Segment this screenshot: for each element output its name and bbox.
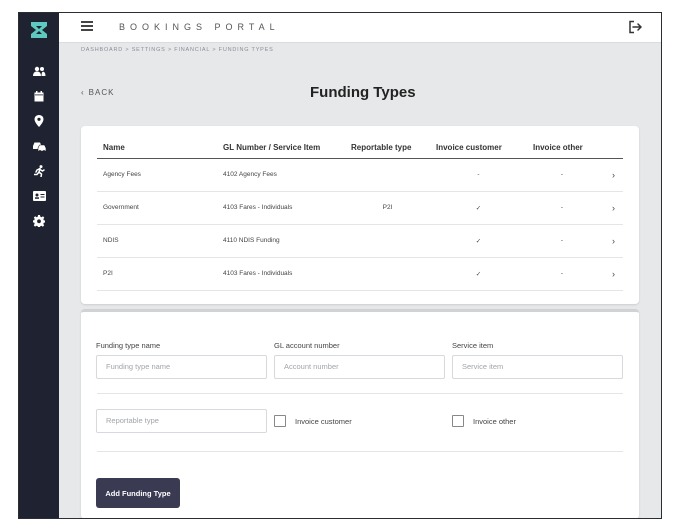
cell-gl: 4102 Agency Fees (217, 158, 345, 192)
top-bar: BOOKINGS PORTAL (59, 13, 661, 43)
cell-invoice-other: - (527, 191, 597, 225)
id-card-icon[interactable] (31, 188, 47, 204)
form-divider (97, 451, 623, 452)
gl-account-input[interactable]: Account number (274, 355, 445, 379)
service-item-input[interactable]: Service item (452, 355, 623, 379)
invoice-other-label: Invoice other (473, 417, 516, 426)
column-header-invoice-customer[interactable]: Invoice customer (430, 138, 527, 159)
form-divider (97, 393, 623, 394)
portal-title: BOOKINGS PORTAL (119, 22, 280, 32)
cell-reportable (345, 257, 430, 291)
hamburger-icon[interactable] (81, 21, 93, 31)
cell-reportable (345, 224, 430, 258)
logout-icon[interactable] (627, 19, 643, 35)
breadcrumb[interactable]: DASHBOARD > SETTINGS > FINANCIAL > FUNDI… (81, 47, 274, 53)
chevron-right-icon[interactable]: › (597, 224, 623, 258)
chevron-right-icon[interactable]: › (597, 191, 623, 225)
cell-gl: 4103 Fares - Individuals (217, 257, 345, 291)
calendar-icon[interactable] (31, 88, 47, 104)
funding-type-name-input[interactable]: Funding type name (96, 355, 267, 379)
cell-gl: 4110 NDIS Funding (217, 224, 345, 258)
cell-name: Government (97, 191, 217, 225)
funding-types-table-card: Name GL Number / Service Item Reportable… (81, 126, 639, 304)
column-header-name[interactable]: Name (97, 138, 217, 159)
column-header-actions (597, 138, 623, 159)
cell-invoice-customer: - (430, 158, 527, 192)
runner-icon[interactable] (31, 163, 47, 179)
users-icon[interactable] (31, 63, 47, 79)
gl-account-label: GL account number (274, 341, 340, 350)
chevron-left-icon: ‹ (81, 88, 85, 97)
cell-name: Agency Fees (97, 158, 217, 192)
column-header-gl[interactable]: GL Number / Service Item (217, 138, 345, 159)
gear-icon[interactable] (31, 213, 47, 229)
add-funding-type-button[interactable]: Add Funding Type (96, 478, 180, 508)
cell-invoice-customer: ✓ (430, 191, 527, 225)
reportable-type-input[interactable]: Reportable type (96, 409, 267, 433)
cell-name: NDIS (97, 224, 217, 258)
cell-invoice-other: - (527, 224, 597, 258)
invoice-other-checkbox[interactable] (452, 415, 464, 427)
cell-invoice-other: - (527, 257, 597, 291)
table-row[interactable]: NDIS 4110 NDIS Funding ✓ - › (97, 224, 623, 258)
vehicles-icon[interactable] (31, 138, 47, 154)
app-window: BOOKINGS PORTAL DASHBOARD > SETTINGS > F… (18, 12, 662, 519)
invoice-customer-checkbox[interactable] (274, 415, 286, 427)
column-header-invoice-other[interactable]: Invoice other (527, 138, 597, 159)
table-row[interactable]: Agency Fees 4102 Agency Fees - - › (97, 158, 623, 192)
cell-invoice-other: - (527, 158, 597, 192)
cell-name: P2I (97, 257, 217, 291)
page-title: Funding Types (310, 84, 416, 101)
cell-reportable (345, 158, 430, 192)
back-link[interactable]: ‹ BACK (81, 88, 114, 97)
add-funding-type-form: Funding type name Funding type name GL a… (81, 309, 639, 518)
logo-icon[interactable] (28, 19, 50, 41)
chevron-right-icon[interactable]: › (597, 158, 623, 192)
sidebar (19, 13, 59, 518)
cell-reportable: P2I (345, 191, 430, 225)
cell-invoice-customer: ✓ (430, 257, 527, 291)
column-header-reportable[interactable]: Reportable type (345, 138, 430, 159)
cell-invoice-customer: ✓ (430, 224, 527, 258)
location-pin-icon[interactable] (31, 113, 47, 129)
table-header-row: Name GL Number / Service Item Reportable… (97, 138, 623, 159)
cell-gl: 4103 Fares - Individuals (217, 191, 345, 225)
back-label: BACK (88, 88, 115, 97)
chevron-right-icon[interactable]: › (597, 257, 623, 291)
service-item-label: Service item (452, 341, 494, 350)
table-row[interactable]: P2I 4103 Fares - Individuals ✓ - › (97, 257, 623, 291)
invoice-customer-label: Invoice customer (295, 417, 352, 426)
table-row[interactable]: Government 4103 Fares - Individuals P2I … (97, 191, 623, 225)
funding-types-table: Name GL Number / Service Item Reportable… (97, 138, 623, 291)
funding-type-name-label: Funding type name (96, 341, 161, 350)
